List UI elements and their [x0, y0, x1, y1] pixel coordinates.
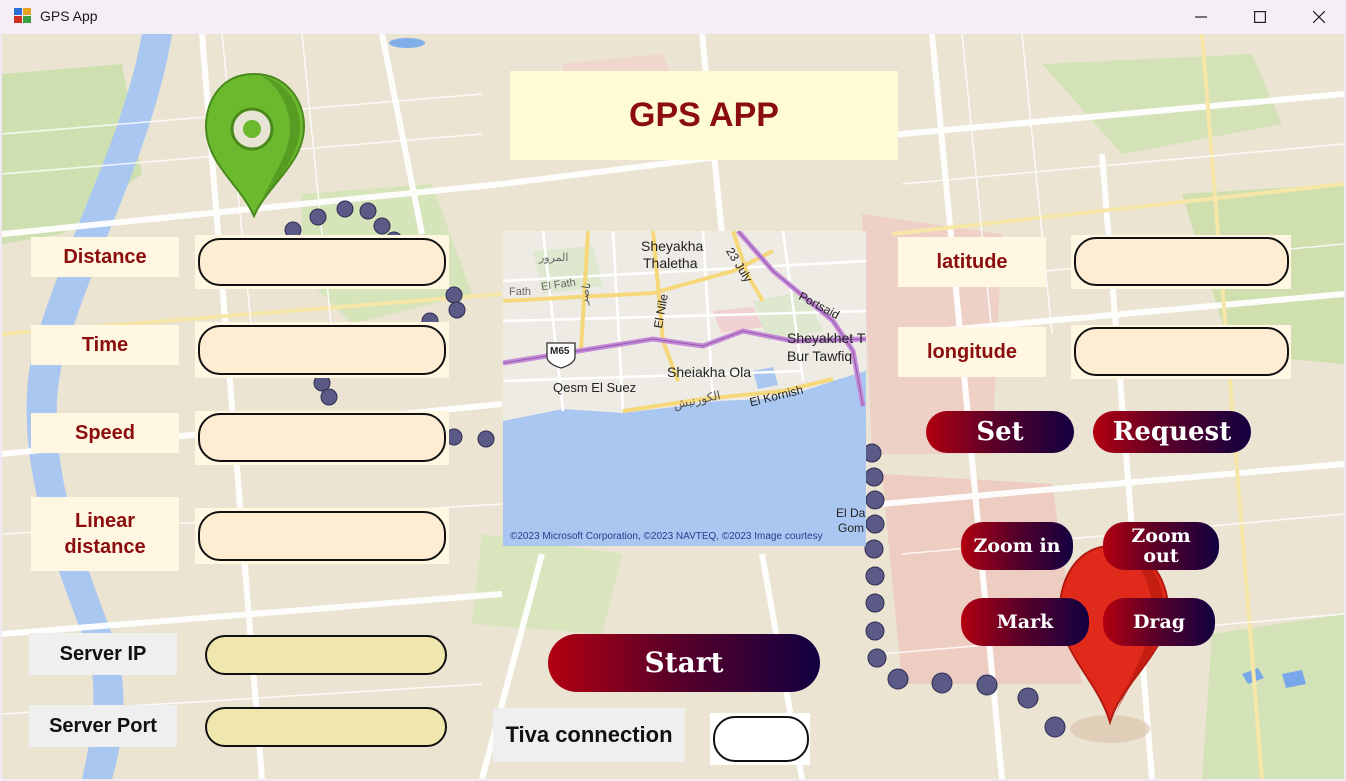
zoom-out-button[interactable]: Zoom out: [1103, 522, 1219, 570]
minimize-icon: [1195, 16, 1207, 18]
map-label-sheyakhet-1: Sheyakhet T: [787, 330, 866, 346]
longitude-label: longitude: [898, 327, 1046, 377]
app-title-banner: GPS APP: [510, 71, 898, 160]
linear-distance-field[interactable]: [198, 511, 446, 561]
tiva-connection-field[interactable]: [713, 716, 809, 762]
linear-distance-label-line2: distance: [64, 536, 146, 558]
speed-label: Speed: [31, 413, 179, 453]
map-label-m65: M65: [550, 346, 570, 357]
maximize-icon: [1254, 11, 1266, 23]
close-icon: [1313, 11, 1325, 23]
linear-distance-label: Linear distance: [31, 497, 179, 571]
app-title: GPS APP: [629, 96, 779, 134]
request-button[interactable]: Request: [1093, 411, 1251, 453]
time-field[interactable]: [198, 325, 446, 375]
mark-button[interactable]: Mark: [961, 598, 1089, 646]
map-label-arabic-1: المرور: [539, 252, 569, 264]
tiva-connection-label: Tiva connection: [493, 708, 685, 762]
map-label-sheyakha-2: Thaletha: [643, 255, 698, 271]
server-port-field[interactable]: [205, 707, 447, 747]
longitude-field[interactable]: [1074, 327, 1289, 376]
minimize-button[interactable]: [1172, 0, 1230, 34]
title-bar: GPS App: [0, 0, 1346, 34]
window-title: GPS App: [40, 8, 98, 24]
map-label-gom: Gom: [838, 521, 865, 535]
server-ip-field[interactable]: [205, 635, 447, 675]
zoom-out-label-line2: out: [1143, 545, 1179, 567]
distance-label: Distance: [31, 237, 179, 277]
map-label-qesm-el-suez: Qesm El Suez: [553, 380, 637, 395]
zoom-in-button[interactable]: Zoom in: [961, 522, 1073, 570]
map-label-fath: Fath: [509, 286, 532, 298]
map-label-el-da: El Da: [836, 506, 866, 520]
distance-field[interactable]: [198, 238, 446, 286]
map-label-sheyakha-1: Sheyakha: [641, 238, 704, 254]
server-port-label: Server Port: [29, 705, 177, 747]
map-view[interactable]: Sheyakha Thaletha 23 July Portsaid Fath …: [503, 231, 866, 546]
start-button[interactable]: Start: [548, 634, 820, 692]
set-button[interactable]: Set: [926, 411, 1074, 453]
maximize-button[interactable]: [1231, 0, 1289, 34]
speed-field[interactable]: [198, 413, 446, 462]
server-ip-label: Server IP: [29, 633, 177, 675]
time-label: Time: [31, 325, 179, 365]
latitude-label: latitude: [898, 237, 1046, 287]
main-form: GPS APP Distance Time Speed Linear dista…: [2, 34, 1344, 779]
app-icon: [14, 8, 32, 24]
close-button[interactable]: [1290, 0, 1346, 34]
latitude-field[interactable]: [1074, 237, 1289, 286]
map-copyright: ©2023 Microsoft Corporation, ©2023 NAVTE…: [510, 531, 823, 542]
map-label-sheiakha-ola: Sheiakha Ola: [667, 364, 752, 380]
linear-distance-label-line1: Linear: [74, 510, 136, 532]
zoom-out-label-line1: Zoom: [1131, 525, 1191, 547]
map-label-sheyakhet-2: Bur Tawfiq: [787, 348, 853, 364]
drag-button[interactable]: Drag: [1103, 598, 1215, 646]
